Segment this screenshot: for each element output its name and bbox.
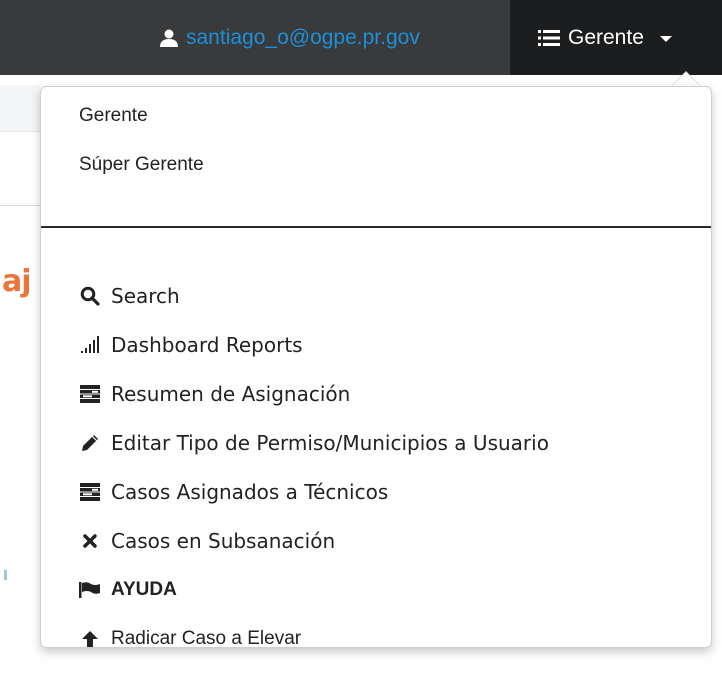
signal-bars-icon	[79, 334, 101, 356]
pencil-icon	[79, 432, 101, 454]
menu-item-resumen-asignacion[interactable]: Resumen de Asignación	[79, 377, 350, 411]
background-divider	[0, 205, 40, 206]
user-account-link[interactable]: santiago_o@ogpe.pr.gov	[158, 20, 420, 56]
menu-item-editar-tipo-permiso[interactable]: Editar Tipo de Permiso/Municipios a Usua…	[79, 426, 549, 460]
menu-item-label: Súper Gerente	[79, 154, 204, 175]
menu-item-search[interactable]: Search	[79, 279, 180, 313]
role-dropdown-toggle[interactable]: Gerente	[510, 0, 722, 75]
background-fragment	[4, 570, 7, 580]
role-dropdown-menu: Gerente Súper Gerente Search Dashboard R…	[40, 86, 712, 649]
menu-item-label: Search	[111, 284, 180, 308]
user-icon	[158, 27, 180, 49]
menu-item-casos-subsanacion[interactable]: Casos en Subsanación	[79, 524, 335, 558]
menu-item-casos-asignados-tecnicos[interactable]: Casos Asignados a Técnicos	[79, 475, 388, 509]
menu-item-role-super-gerente[interactable]: Súper Gerente	[79, 148, 204, 182]
role-label: Gerente	[568, 25, 644, 49]
menu-item-label: Editar Tipo de Permiso/Municipios a Usua…	[111, 431, 549, 455]
menu-item-ayuda[interactable]: AYUDA	[79, 573, 177, 607]
background-panel	[0, 85, 40, 132]
close-icon	[79, 530, 101, 552]
list-icon	[538, 27, 560, 49]
menu-item-label: Gerente	[79, 105, 148, 126]
background-heading-fragment: aj	[2, 264, 32, 299]
tasks-icon	[79, 383, 101, 405]
menu-item-label: Radicar Caso a Elevar	[111, 628, 302, 649]
top-navbar: santiago_o@ogpe.pr.gov Gerente	[0, 0, 722, 75]
menu-item-label: Casos Asignados a Técnicos	[111, 480, 389, 504]
menu-item-dashboard-reports[interactable]: Dashboard Reports	[79, 328, 303, 362]
menu-item-radicar-caso[interactable]: Radicar Caso a Elevar	[79, 622, 301, 656]
menu-item-label: Casos en Subsanación	[111, 529, 336, 553]
menu-divider	[41, 226, 711, 228]
tasks-icon	[79, 481, 101, 503]
dropdown-pointer	[672, 72, 700, 86]
caret-down-icon	[659, 35, 672, 42]
menu-item-label: Dashboard Reports	[111, 333, 303, 357]
user-email: santiago_o@ogpe.pr.gov	[186, 26, 420, 49]
menu-item-label: AYUDA	[111, 579, 177, 600]
search-icon	[79, 285, 101, 307]
flag-icon	[79, 579, 101, 601]
menu-item-label: Resumen de Asignación	[111, 382, 351, 406]
menu-item-role-gerente[interactable]: Gerente	[79, 99, 148, 133]
arrow-up-icon	[79, 628, 101, 650]
